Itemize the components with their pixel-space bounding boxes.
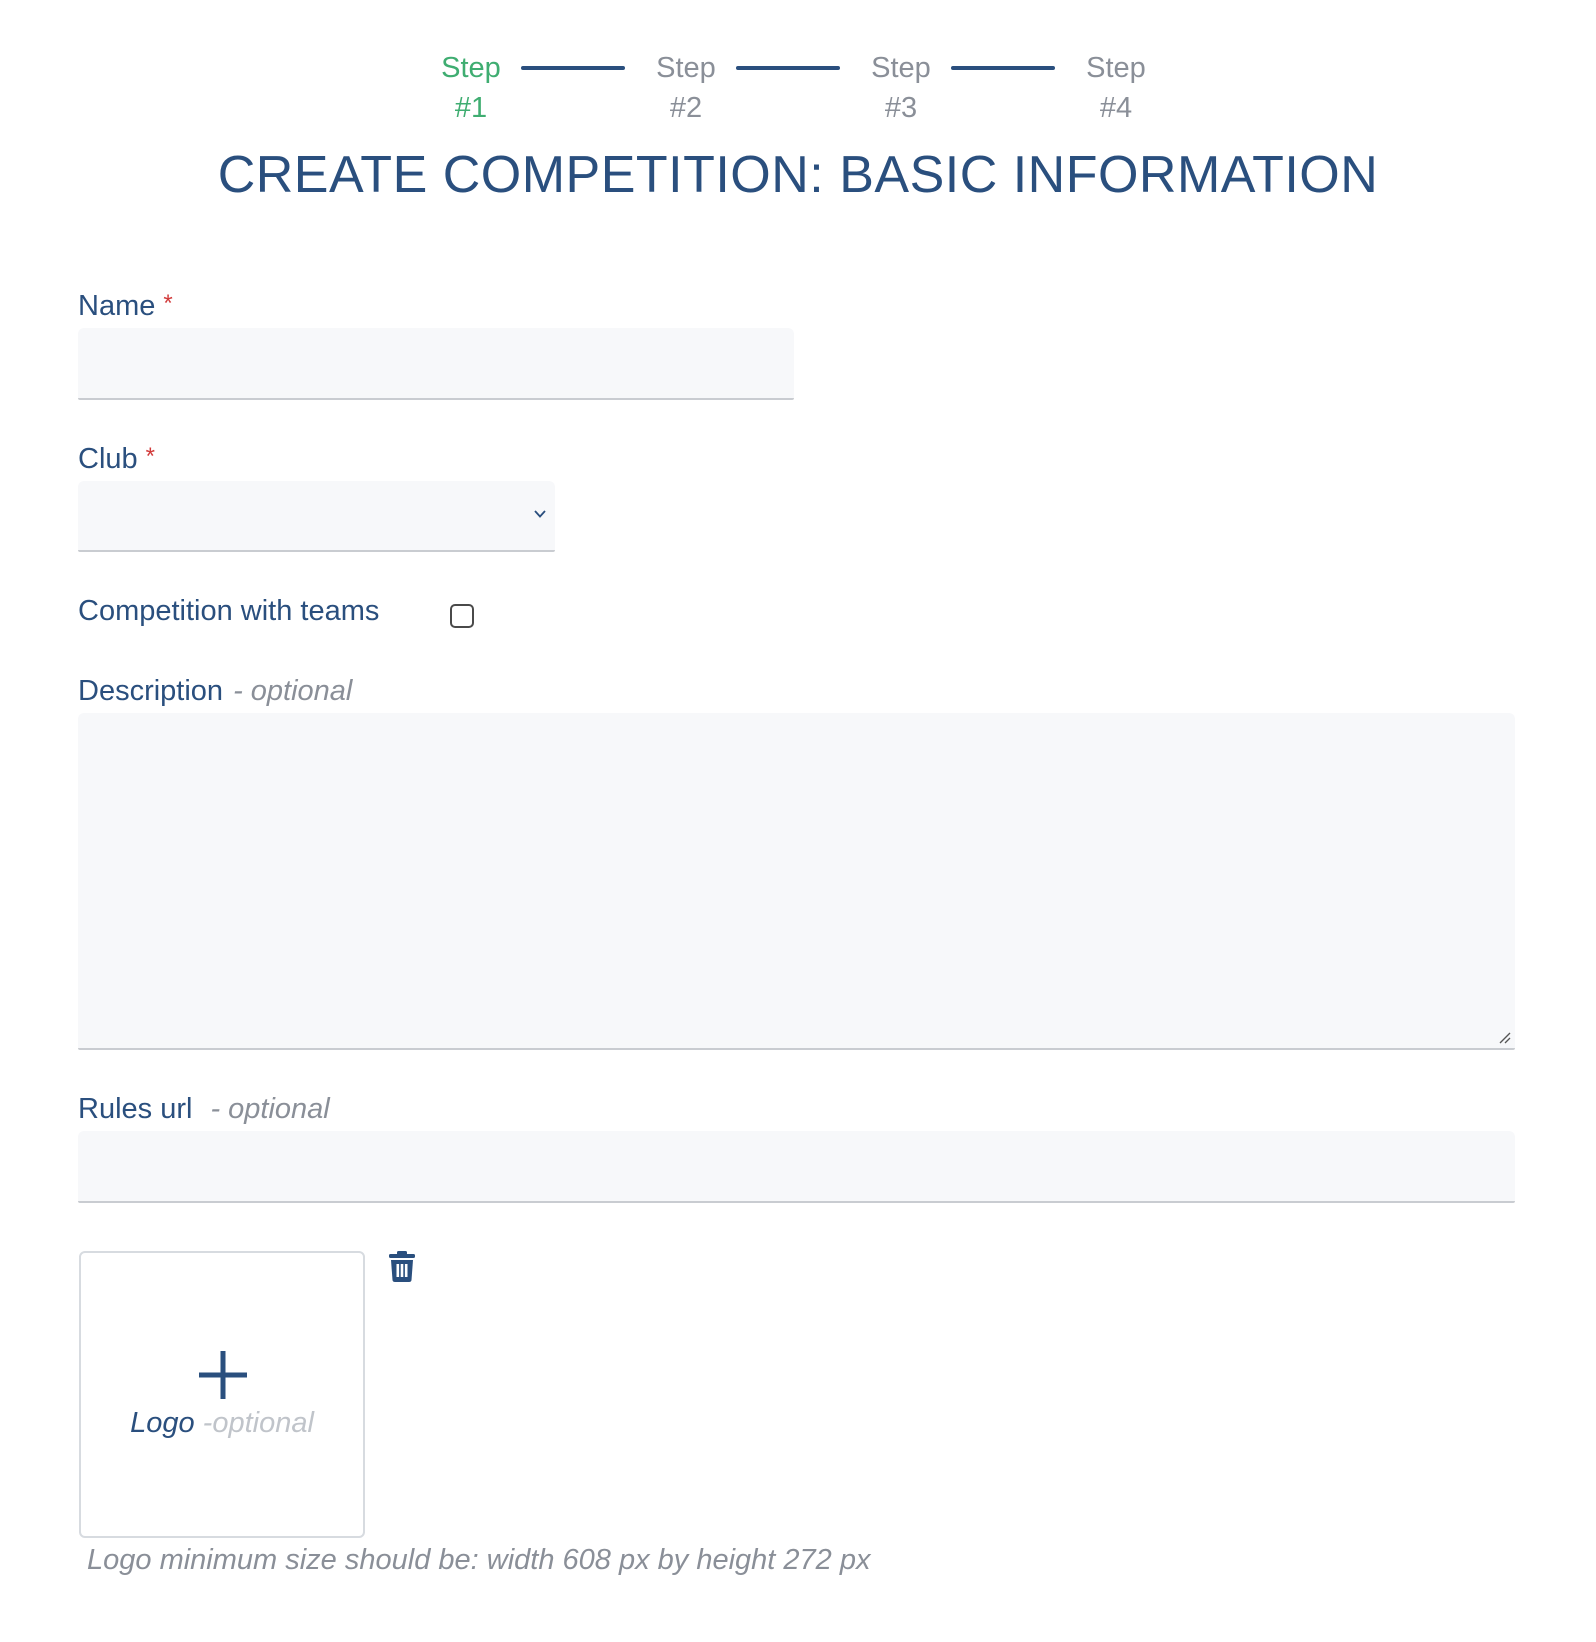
- teams-label: Competition with teams: [78, 595, 380, 627]
- step-2-number: #2: [669, 92, 703, 124]
- page-title: CREATE COMPETITION: BASIC INFORMATION: [217, 146, 1379, 204]
- step-connector-3: [951, 66, 1055, 70]
- club-select[interactable]: [78, 481, 555, 552]
- logo-size-hint: Logo minimum size should be: width 608 p…: [87, 1544, 871, 1576]
- club-label-text: Club: [78, 443, 138, 475]
- logo-optional-text: -optional: [202, 1407, 314, 1439]
- step-1-number: #1: [454, 92, 488, 124]
- step-connector-2: [736, 66, 840, 70]
- step-1[interactable]: Step #1: [426, 48, 516, 128]
- logo-upload-label: Logo -optional: [81, 1407, 363, 1440]
- logo-upload-box[interactable]: Logo -optional: [79, 1251, 365, 1538]
- description-textarea[interactable]: [78, 713, 1515, 1050]
- stepper: Step #1 Step #2 Step #3 Step #4: [0, 48, 1596, 128]
- step-3[interactable]: Step #3: [856, 48, 946, 128]
- rules-url-optional-text: - optional: [210, 1093, 330, 1125]
- name-input[interactable]: [78, 328, 794, 400]
- rules-url-label: Rules url - optional: [78, 1093, 330, 1126]
- description-optional-text: - optional: [233, 675, 353, 707]
- required-mark: *: [145, 443, 155, 470]
- step-1-word: Step: [441, 52, 501, 84]
- teams-checkbox[interactable]: [450, 604, 474, 628]
- required-mark: *: [163, 290, 173, 317]
- step-connector-1: [521, 66, 625, 70]
- rules-url-label-text: Rules url: [78, 1093, 193, 1125]
- step-4-word: Step: [1086, 52, 1146, 84]
- logo-label-text: Logo: [130, 1407, 195, 1439]
- name-label: Name *: [78, 290, 173, 323]
- description-label: Description - optional: [78, 675, 352, 708]
- step-3-number: #3: [884, 92, 918, 124]
- step-2[interactable]: Step #2: [641, 48, 731, 128]
- resize-grip-icon[interactable]: [1497, 1030, 1511, 1044]
- rules-url-input[interactable]: [78, 1131, 1515, 1203]
- club-label: Club *: [78, 443, 155, 476]
- plus-icon: [199, 1351, 247, 1399]
- step-4[interactable]: Step #4: [1071, 48, 1161, 128]
- name-label-text: Name: [78, 290, 156, 322]
- chevron-down-icon: [534, 510, 546, 518]
- trash-icon[interactable]: [388, 1250, 416, 1282]
- step-3-word: Step: [871, 52, 931, 84]
- step-4-number: #4: [1099, 92, 1133, 124]
- description-label-text: Description: [78, 675, 224, 707]
- step-2-word: Step: [656, 52, 716, 84]
